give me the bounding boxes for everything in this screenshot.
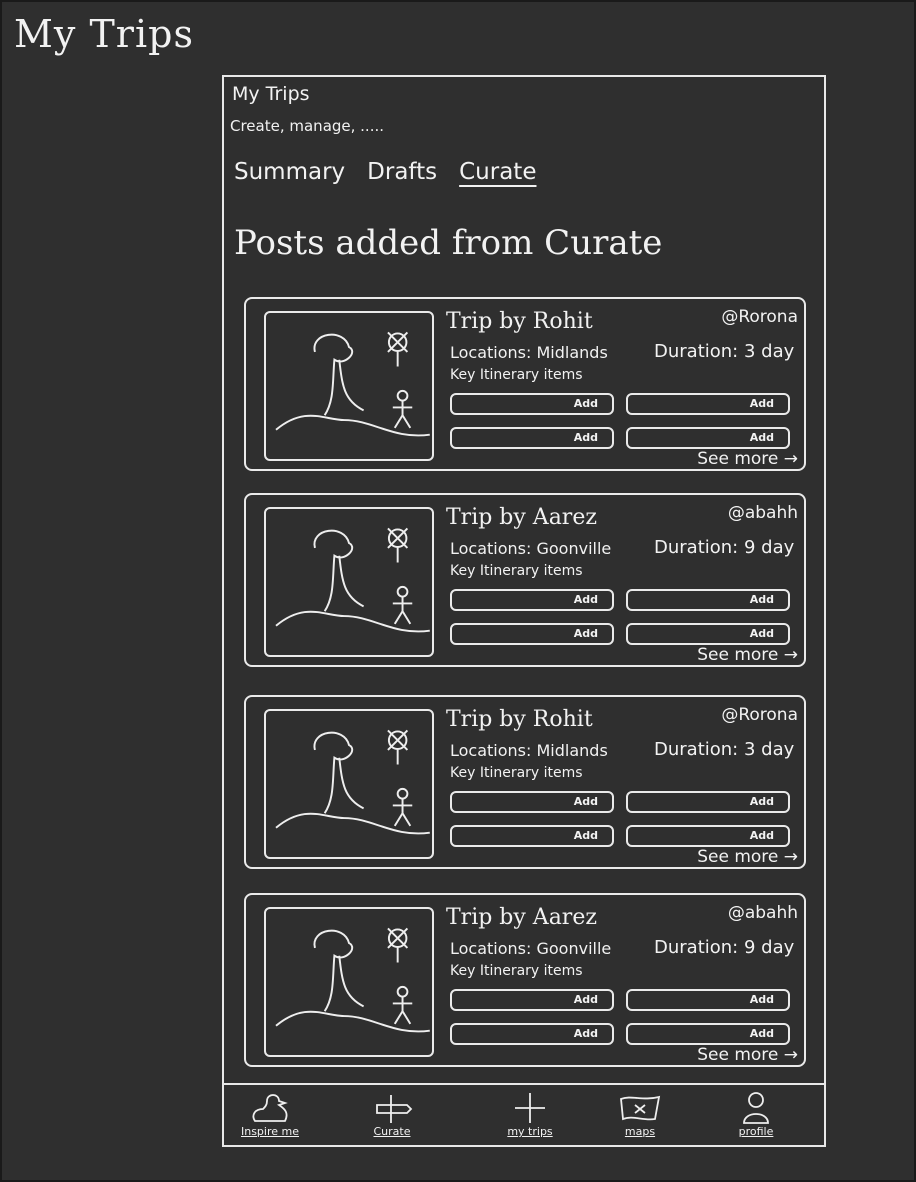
trip-card[interactable]: Trip by Rohit @Rorona Locations: Midland…	[244, 297, 806, 471]
trip-duration: Duration: 3 day	[654, 341, 795, 362]
author-handle[interactable]: @abahh	[728, 503, 798, 523]
trip-card[interactable]: Trip by Aarez @abahh Locations: Goonvill…	[244, 893, 806, 1067]
trip-locations: Locations: Goonville	[450, 539, 612, 558]
sketch-illustration-icon	[275, 527, 430, 633]
section-title: Posts added from Curate	[234, 223, 663, 263]
add-item-button[interactable]: Add	[626, 1023, 790, 1045]
add-item-button[interactable]: Add	[450, 1023, 614, 1045]
nav-inspire-me[interactable]: Inspire me	[220, 1091, 320, 1145]
author-handle[interactable]: @abahh	[728, 903, 798, 923]
duck-icon	[252, 1094, 288, 1122]
nav-label: profile	[738, 1125, 774, 1138]
sketch-illustration-icon	[275, 729, 430, 835]
add-item-button[interactable]: Add	[626, 989, 790, 1011]
add-item-button[interactable]: Add	[626, 427, 790, 449]
trip-locations: Locations: Midlands	[450, 741, 608, 760]
itinerary-label: Key Itinerary items	[450, 563, 583, 579]
page-title: My Trips	[232, 83, 310, 105]
nav-label: Inspire me	[240, 1125, 299, 1138]
trip-image	[264, 507, 434, 657]
trip-duration: Duration: 9 day	[654, 537, 795, 558]
trip-title: Trip by Rohit	[446, 707, 593, 732]
add-item-button[interactable]: Add	[450, 393, 614, 415]
tab-summary[interactable]: Summary	[234, 159, 345, 185]
trip-card[interactable]: Trip by Aarez @abahh Locations: Goonvill…	[244, 493, 806, 667]
see-more-link[interactable]: See more →	[697, 847, 798, 867]
phone-screen: My Trips Create, manage, ..... Summary D…	[222, 75, 826, 1147]
pen-icon	[376, 1095, 413, 1123]
sketch-illustration-icon	[275, 331, 430, 437]
user-icon	[743, 1092, 769, 1124]
add-item-button[interactable]: Add	[450, 427, 614, 449]
nav-label: maps	[624, 1125, 656, 1138]
trip-image	[264, 907, 434, 1057]
trip-image	[264, 311, 434, 461]
trip-title: Trip by Rohit	[446, 309, 593, 334]
add-item-button[interactable]: Add	[450, 989, 614, 1011]
itinerary-label: Key Itinerary items	[450, 963, 583, 979]
add-item-button[interactable]: Add	[450, 623, 614, 645]
trip-duration: Duration: 3 day	[654, 739, 795, 760]
tab-drafts[interactable]: Drafts	[367, 159, 437, 185]
see-more-link[interactable]: See more →	[697, 449, 798, 469]
trip-title: Trip by Aarez	[446, 905, 597, 930]
itinerary-label: Key Itinerary items	[450, 765, 583, 781]
nav-my-trips[interactable]: my trips	[480, 1091, 580, 1145]
trip-card[interactable]: Trip by Rohit @Rorona Locations: Midland…	[244, 695, 806, 869]
board-title: My Trips	[14, 12, 194, 56]
trip-locations: Locations: Midlands	[450, 343, 608, 362]
plus-icon	[515, 1093, 545, 1123]
add-item-button[interactable]: Add	[450, 791, 614, 813]
sketch-illustration-icon	[275, 927, 430, 1033]
add-item-button[interactable]: Add	[626, 791, 790, 813]
trip-title: Trip by Aarez	[446, 505, 597, 530]
trip-image	[264, 709, 434, 859]
page-subtitle: Create, manage, .....	[230, 117, 385, 135]
nav-maps[interactable]: maps	[590, 1091, 690, 1145]
add-item-button[interactable]: Add	[626, 589, 790, 611]
author-handle[interactable]: @Rorona	[721, 705, 798, 725]
author-handle[interactable]: @Rorona	[721, 307, 798, 327]
nav-label: Curate	[373, 1125, 411, 1138]
nav-label: my trips	[507, 1125, 553, 1138]
map-icon	[620, 1095, 661, 1121]
tab-curate[interactable]: Curate	[459, 159, 536, 185]
see-more-link[interactable]: See more →	[697, 645, 798, 665]
add-item-button[interactable]: Add	[626, 825, 790, 847]
add-item-button[interactable]: Add	[626, 623, 790, 645]
add-item-button[interactable]: Add	[626, 393, 790, 415]
itinerary-label: Key Itinerary items	[450, 367, 583, 383]
nav-profile[interactable]: profile	[706, 1091, 806, 1145]
add-item-button[interactable]: Add	[450, 589, 614, 611]
tab-bar: Summary Drafts Curate	[234, 159, 536, 185]
see-more-link[interactable]: See more →	[697, 1045, 798, 1065]
add-item-button[interactable]: Add	[450, 825, 614, 847]
trip-locations: Locations: Goonville	[450, 939, 612, 958]
trip-duration: Duration: 9 day	[654, 937, 795, 958]
bottom-nav: Inspire me Curate my trips maps profile	[224, 1083, 824, 1147]
nav-curate[interactable]: Curate	[342, 1091, 442, 1145]
